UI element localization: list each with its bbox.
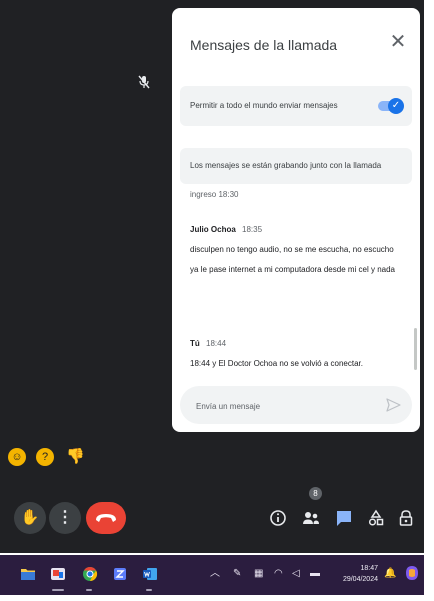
chat-button[interactable] <box>334 508 354 528</box>
keyboard-icon[interactable]: ▦ <box>254 567 263 581</box>
allow-messages-toggle[interactable]: ✓ <box>378 98 404 114</box>
message-scrollbar[interactable] <box>414 328 417 370</box>
recording-notice: Los mensajes se están grabando junto con… <box>180 148 412 184</box>
panel-title: Mensajes de la llamada <box>190 37 338 53</box>
pen-icon[interactable]: ✎ <box>233 567 241 581</box>
file-explorer-icon[interactable] <box>20 566 36 582</box>
message-sender: Tú <box>190 339 200 348</box>
leave-call-button[interactable] <box>86 502 126 534</box>
clipped-message-line: ingreso 18:30 <box>190 190 239 199</box>
clock-date: 29/04/2024 <box>342 576 378 583</box>
message-header: Julio Ochoa 18:35 <box>190 224 402 236</box>
allow-messages-label: Permitir a todo el mundo enviar mensajes <box>190 101 338 110</box>
battery-icon[interactable]: ▬ <box>310 567 320 581</box>
check-icon: ✓ <box>388 98 404 114</box>
people-button[interactable] <box>301 508 321 528</box>
message-list[interactable]: ingreso 18:30 Julio Ochoa 18:35 disculpe… <box>172 184 420 382</box>
chat-icon <box>337 511 351 526</box>
people-count-badge: 8 <box>309 487 322 500</box>
close-button[interactable]: ✕ <box>386 30 410 54</box>
message-time: 18:44 <box>206 339 227 348</box>
send-icon <box>386 398 401 412</box>
meeting-details-button[interactable] <box>268 508 288 528</box>
host-controls-button[interactable] <box>396 508 416 528</box>
hand-icon: ✋ <box>20 509 40 526</box>
mic-off-icon <box>137 75 151 91</box>
word-icon[interactable] <box>142 566 158 582</box>
meet-app-icon[interactable] <box>50 566 66 582</box>
more-options-button[interactable]: ⋮ <box>49 502 81 534</box>
activities-button[interactable] <box>366 508 386 528</box>
app-icon[interactable] <box>112 566 128 582</box>
thinking-face-icon[interactable]: ? <box>36 448 54 466</box>
more-vert-icon: ⋮ <box>57 509 73 526</box>
call-end-icon <box>96 514 116 522</box>
message-input[interactable] <box>194 396 368 416</box>
lock-person-icon <box>399 510 413 526</box>
info-icon <box>270 510 286 526</box>
message-composer <box>180 386 412 424</box>
screenshot-frame: Mensajes de la llamada ✕ Permitir a todo… <box>0 0 434 601</box>
thumbs-down-icon[interactable]: 👎 <box>66 448 85 466</box>
message-text: disculpen no tengo audio, no se me escuc… <box>190 245 394 254</box>
message-time: 18:35 <box>242 225 263 234</box>
shapes-icon <box>368 509 384 526</box>
running-app-indicator <box>146 589 152 591</box>
message-text: 18:44 y El Doctor Ochoa no se volvió a c… <box>190 359 363 368</box>
copilot-icon[interactable] <box>404 565 420 586</box>
wifi-icon[interactable]: ◠ <box>274 567 283 581</box>
message-text: ya le pase internet a mi computadora des… <box>190 265 396 274</box>
active-app-indicator <box>52 589 64 591</box>
message-group: Tú 18:44 18:44 y El Doctor Ochoa no se v… <box>190 338 402 376</box>
raise-hand-button[interactable]: ✋ <box>14 502 46 534</box>
recording-notice-text: Los mensajes se están grabando junto con… <box>190 161 382 170</box>
taskbar: ︿ ✎ ▦ ◠ ◁ ▬ 18:47 29/04/2024 🔔 <box>0 555 424 595</box>
volume-icon[interactable]: ◁ <box>292 567 300 581</box>
chrome-icon[interactable] <box>82 566 98 582</box>
chat-panel: Mensajes de la llamada ✕ Permitir a todo… <box>172 8 420 432</box>
allow-messages-setting: Permitir a todo el mundo enviar mensajes… <box>180 86 412 126</box>
send-button[interactable] <box>384 396 402 414</box>
clock-time: 18:47 <box>360 565 378 572</box>
message-header: Tú 18:44 <box>190 338 402 350</box>
system-clock[interactable]: 18:47 29/04/2024 <box>332 563 378 585</box>
people-icon <box>303 512 319 524</box>
close-icon: ✕ <box>389 31 407 53</box>
running-app-indicator <box>86 589 92 591</box>
bell-icon[interactable]: 🔔 <box>384 567 396 581</box>
chevron-up-icon[interactable]: ︿ <box>210 567 220 581</box>
meet-call-window: Mensajes de la llamada ✕ Permitir a todo… <box>0 0 424 553</box>
smiling-face-icon[interactable]: ☺ <box>8 448 26 466</box>
message-sender: Julio Ochoa <box>190 225 236 234</box>
message-group: Julio Ochoa 18:35 disculpen no tengo aud… <box>190 224 402 282</box>
